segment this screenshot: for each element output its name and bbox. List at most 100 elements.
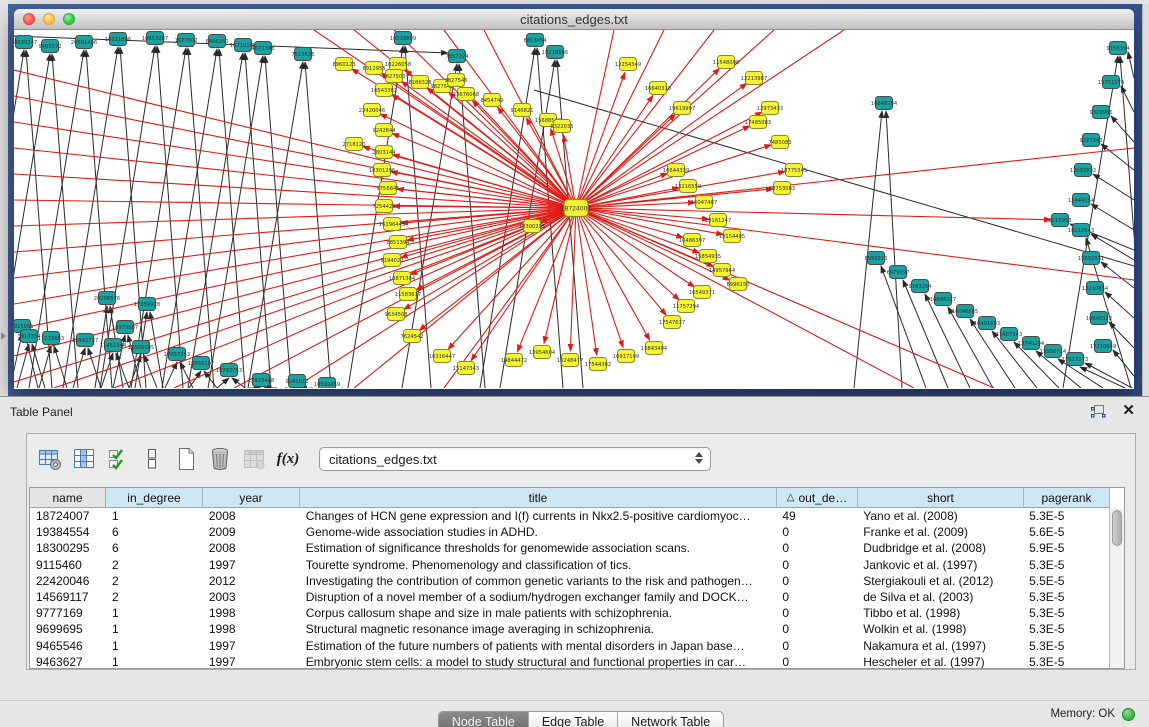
graph-node[interactable]: 23676068 — [453, 88, 479, 101]
graph-node[interactable]: 8454749 — [480, 94, 503, 107]
network-window[interactable]: citations_edges.txt 186392479405572 20691… — [14, 9, 1134, 389]
graph-node[interactable]: 10694227 — [930, 293, 956, 306]
graph-node[interactable]: 1527602 — [174, 34, 197, 47]
graph-node[interactable]: 10871304 — [389, 272, 416, 285]
graph-node[interactable]: 16047487 — [691, 196, 717, 209]
graph-node[interactable]: 8215953 — [1048, 214, 1071, 227]
graph-node[interactable]: 12210654 — [1082, 282, 1109, 295]
graph-node[interactable]: 17544382 — [585, 358, 611, 371]
graph-node[interactable]: 13942737 — [72, 334, 98, 347]
graph-node[interactable]: 9329966 — [1089, 106, 1112, 119]
graph-node[interactable]: 8960123 — [332, 58, 355, 71]
graph-node[interactable]: 7857224 — [445, 50, 469, 63]
graph-node[interactable]: 7485083 — [768, 136, 791, 149]
graph-hub-node[interactable]: 18724007 — [561, 200, 592, 217]
show-columns-button[interactable] — [67, 442, 101, 476]
graph-node[interactable]: 18775345 — [781, 164, 807, 177]
graph-node[interactable]: 9756845 — [376, 182, 399, 195]
graph-node[interactable]: 11757294 — [673, 300, 700, 313]
graph-node[interactable]: 15843404 — [641, 342, 668, 355]
graph-node[interactable]: 19218586 — [542, 46, 568, 59]
column-header-short[interactable]: short — [858, 488, 1024, 508]
graph-node[interactable]: 20206576 — [94, 292, 120, 305]
table-vertical-scrollbar[interactable] — [1109, 508, 1124, 668]
import-table-button[interactable] — [237, 442, 271, 476]
table-row[interactable]: 1456911722003Disruption of a novel membe… — [30, 589, 1109, 605]
table-row[interactable]: 1938455462009Genome-wide association stu… — [30, 524, 1109, 540]
graph-node[interactable]: 9163264 — [908, 280, 932, 293]
graph-node[interactable]: 11215683 — [38, 332, 64, 345]
network-canvas[interactable]: 186392479405572 20691406 16011896 10653287 1… — [14, 30, 1134, 388]
table-row[interactable]: 946554611997Estimation of the future num… — [30, 638, 1109, 654]
table-row[interactable]: 1872400712008Changes of HCN gene express… — [30, 508, 1109, 524]
graph-node[interactable]: 15147343 — [453, 362, 479, 375]
create-table-button[interactable] — [169, 442, 203, 476]
graph-node[interactable]: 16640310 — [645, 82, 671, 95]
graph-node[interactable]: 13954604 — [529, 346, 556, 359]
column-header-title[interactable]: title — [300, 488, 777, 508]
graph-node[interactable]: 18639247 — [14, 36, 37, 49]
graph-node[interactable]: 19619997 — [669, 102, 695, 115]
table-row[interactable]: 911546021997Tourette syndrome. Phenomeno… — [30, 557, 1109, 573]
graph-node[interactable]: 17547637 — [659, 316, 685, 329]
graph-node[interactable]: 7515526 — [291, 48, 314, 61]
graph-node[interactable]: 9227343 — [1079, 134, 1102, 147]
graph-node[interactable]: 10975887 — [112, 321, 138, 334]
graph-node[interactable]: 16046885 — [952, 305, 978, 318]
graph-node[interactable]: 16917199 — [613, 350, 639, 363]
float-panel-icon[interactable] — [1091, 405, 1106, 418]
graph-node[interactable]: 2803144 — [372, 146, 396, 159]
table-selector-dropdown[interactable]: citations_edges.txt — [319, 447, 711, 471]
graph-node[interactable]: 9194022 — [380, 254, 403, 267]
graph-node[interactable]: 11407343 — [996, 328, 1022, 341]
graph-node[interactable]: 11451944 — [100, 339, 127, 352]
column-header-name[interactable]: name — [30, 488, 106, 508]
function-builder-button[interactable]: f(x) — [271, 442, 305, 476]
graph-node[interactable]: 11548098 — [713, 56, 739, 69]
table-row[interactable]: 946362711997Embryonic stem cells: a mode… — [30, 654, 1109, 668]
graph-node[interactable]: 16033809 — [390, 32, 416, 45]
graph-node[interactable]: 6979197 — [886, 266, 909, 279]
graph-node[interactable]: 7254421 — [372, 200, 395, 213]
graph-node[interactable]: 4671388 — [251, 42, 274, 55]
graph-node[interactable]: 9405572 — [38, 40, 61, 53]
graph-node[interactable]: 8990213 — [864, 252, 887, 265]
column-header-out_de[interactable]: △out_de… — [777, 488, 858, 508]
graph-node[interactable]: 18753083 — [769, 182, 795, 195]
graph-node[interactable]: 18161247 — [705, 214, 731, 227]
graph-node[interactable]: 9156354 — [1106, 42, 1130, 55]
graph-node[interactable]: 16011896 — [105, 33, 131, 46]
close-panel-icon[interactable]: ✕ — [1122, 404, 1135, 418]
graph-node[interactable]: 12740204 — [1018, 337, 1045, 350]
row-selection-mode-button[interactable] — [135, 442, 169, 476]
graph-node[interactable]: 16196445 — [379, 218, 405, 231]
graph-node[interactable]: 7624542 — [400, 330, 423, 343]
graph-node[interactable]: 19154405 — [719, 230, 745, 243]
scrollbar-thumb[interactable] — [1112, 510, 1122, 546]
graph-node[interactable]: 9245012 — [285, 375, 308, 388]
graph-node[interactable]: 14844472 — [501, 354, 527, 367]
column-header-year[interactable]: year — [203, 488, 300, 508]
table-row[interactable]: 2242004622012Investigating the contribut… — [30, 573, 1109, 589]
graph-node[interactable]: 12093832 — [1070, 164, 1096, 177]
graph-node[interactable]: 17210649 — [1090, 340, 1116, 353]
graph-node[interactable]: 8912955 — [362, 62, 385, 75]
graph-node[interactable]: 8851394 — [386, 236, 410, 249]
graph-node[interactable]: 12213987 — [741, 72, 767, 85]
panel-collapse-arrow-icon[interactable] — [1, 332, 6, 340]
table-row[interactable]: 969969511998Structural magnetic resonanc… — [30, 621, 1109, 637]
column-header-in_degree[interactable]: in_degree — [106, 488, 203, 508]
graph-node[interactable]: 16316447 — [429, 350, 455, 363]
graph-node[interactable]: 16486397 — [679, 234, 705, 247]
network-window-titlebar[interactable]: citations_edges.txt — [14, 9, 1134, 30]
delete-table-button[interactable] — [203, 442, 237, 476]
graph-node[interactable]: 10592459 — [314, 378, 340, 389]
graph-node[interactable]: 12444154 — [1068, 194, 1095, 207]
graph-node[interactable]: 20691406 — [71, 36, 97, 49]
column-header-pagerank[interactable]: pagerank — [1024, 488, 1110, 508]
graph-node[interactable]: 2718120 — [342, 138, 365, 151]
graph-node[interactable]: 10653287 — [142, 32, 168, 45]
graph-node[interactable]: 16782753 — [216, 364, 242, 377]
column-visibility-button[interactable] — [101, 442, 135, 476]
graph-node[interactable]: 8186328 — [408, 76, 431, 89]
